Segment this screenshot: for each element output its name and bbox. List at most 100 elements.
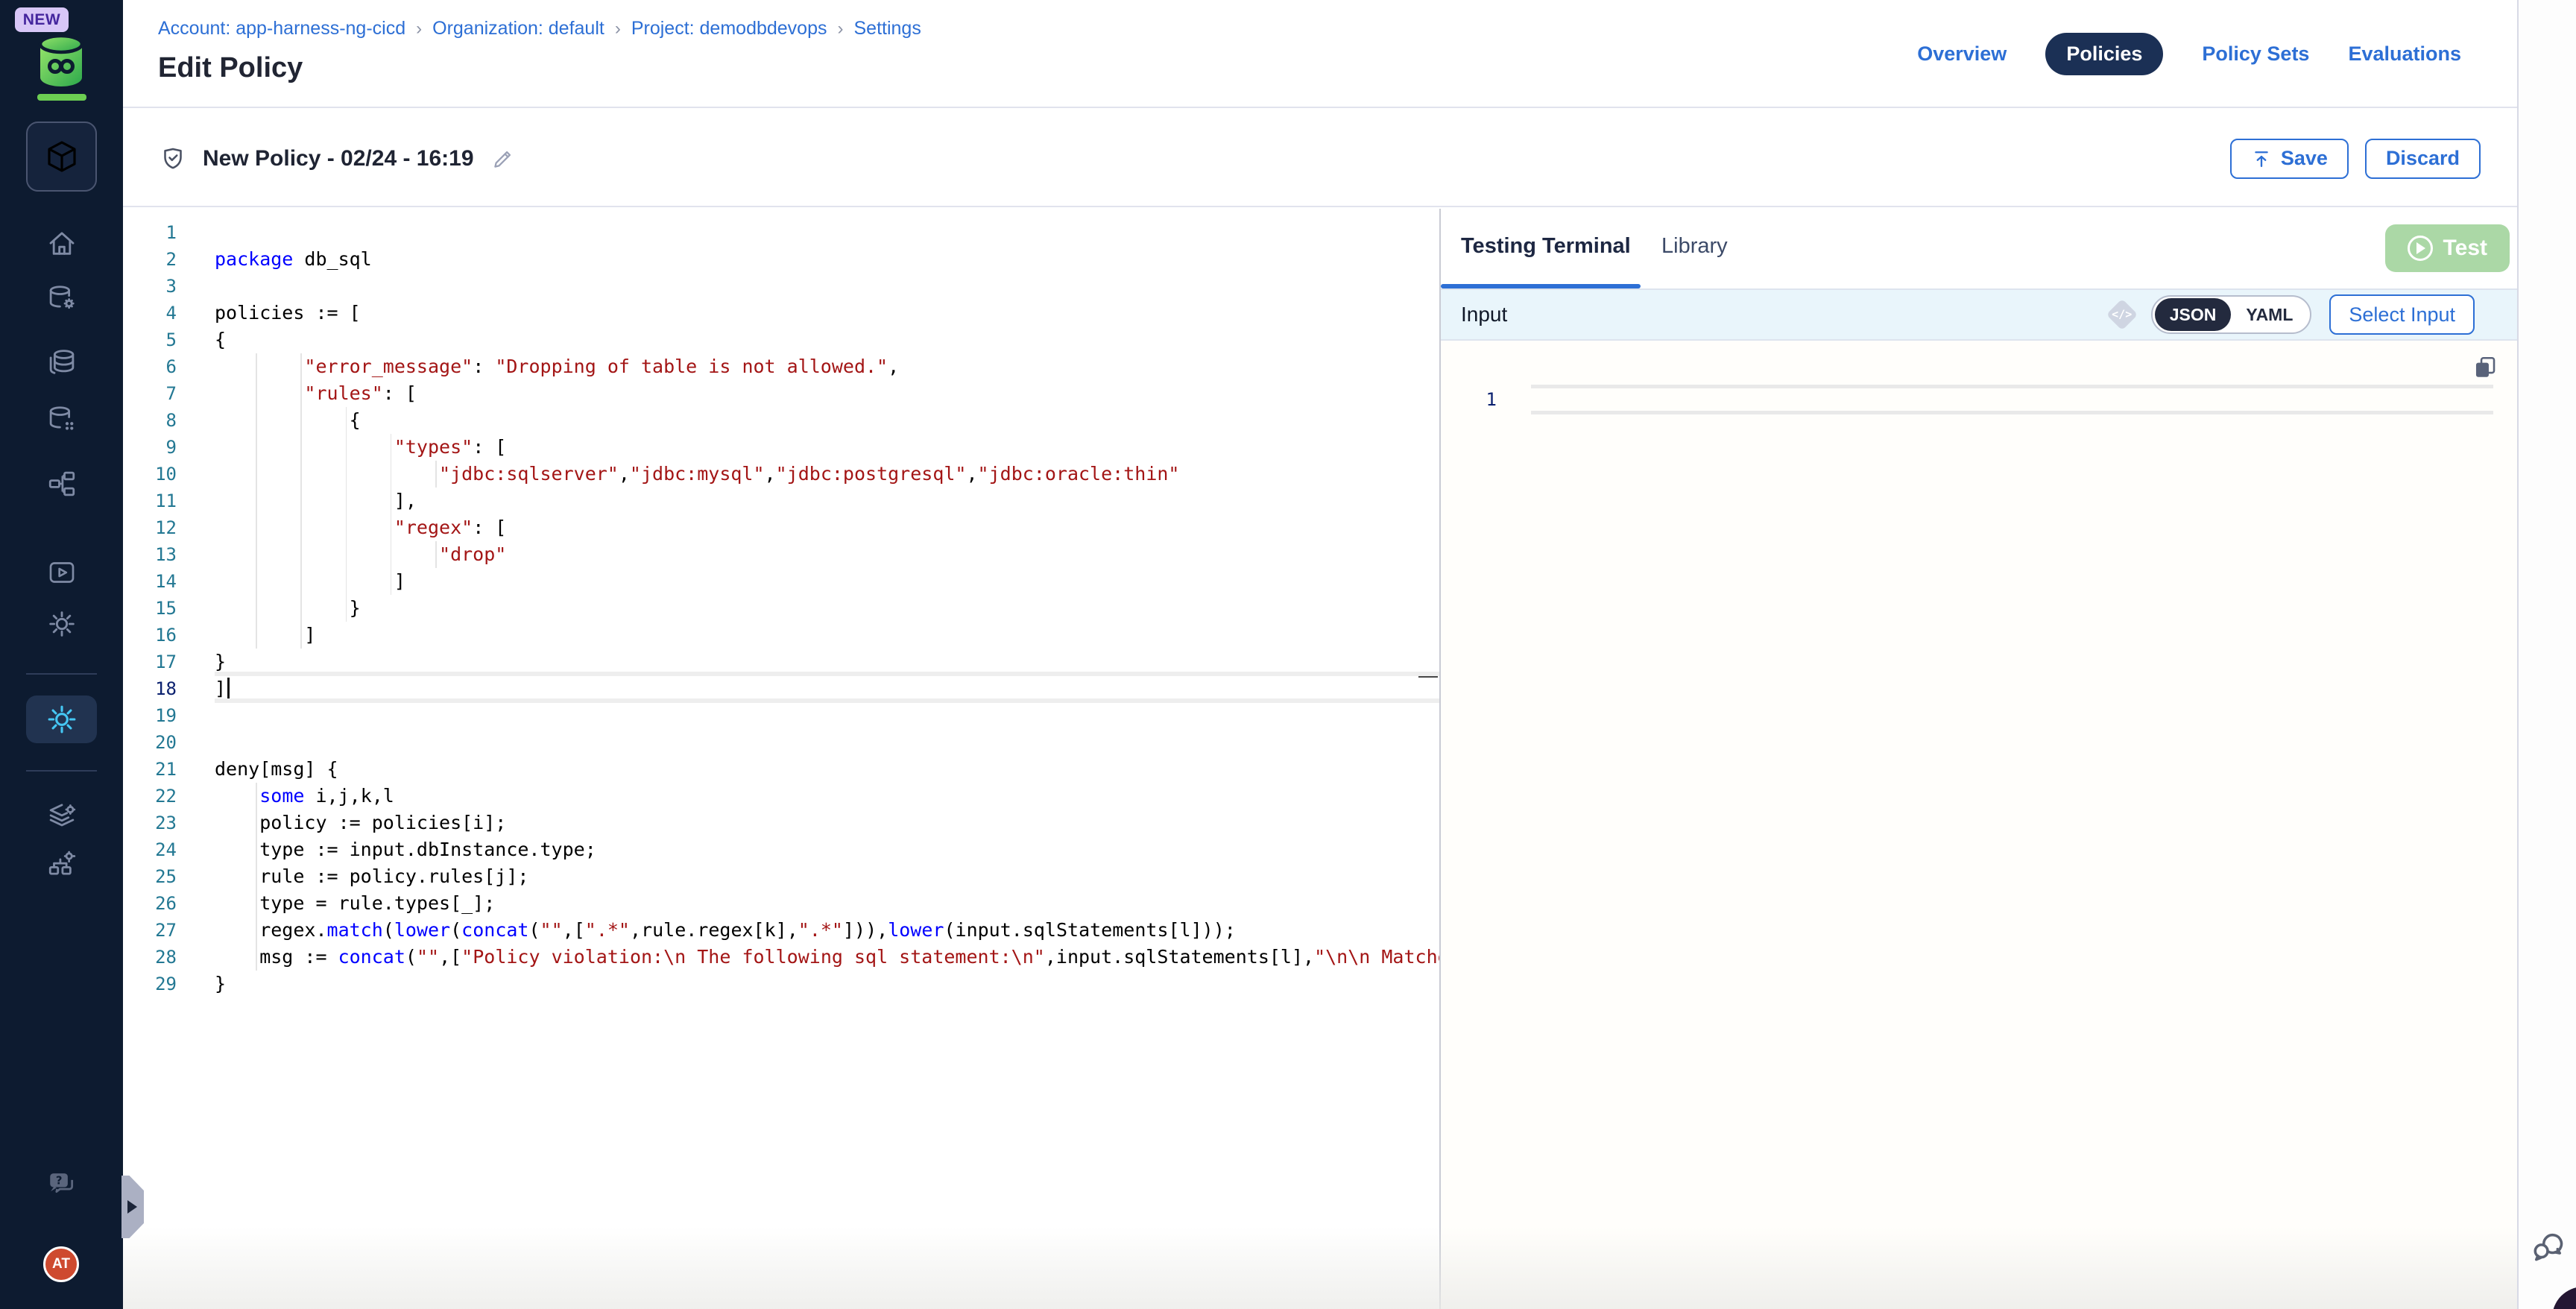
indent-guide [256, 783, 257, 810]
sidebar-item-flowchart[interactable] [0, 468, 123, 499]
line-number: 19 [123, 702, 215, 729]
sidebar-item-settings[interactable] [0, 609, 123, 639]
indent-guide [256, 541, 257, 568]
code-line: 11 ], [123, 488, 1439, 514]
sidebar-item-pipeline-runs[interactable] [0, 558, 123, 587]
tab-policy-sets[interactable]: Policy Sets [2202, 42, 2309, 66]
chat-bubbles-icon [2530, 1228, 2567, 1266]
indent-guide [346, 541, 347, 568]
line-number: 1 [1441, 385, 1531, 414]
tab-overview[interactable]: Overview [1917, 42, 2007, 66]
line-number: 21 [123, 756, 215, 783]
tab-testing-terminal[interactable]: Testing Terminal [1461, 209, 1631, 284]
breadcrumb-item[interactable]: Project: demodbdevops [631, 18, 827, 40]
policy-code-editor[interactable]: 12package db_sql34policies := [5{6 "erro… [123, 209, 1439, 1309]
format-toggle: JSON YAML [2151, 295, 2312, 334]
indent-guide [256, 488, 257, 514]
breadcrumb-item[interactable]: Organization: default [432, 18, 604, 40]
page-header: Account: app-harness-ng-cicd›Organizatio… [123, 0, 2517, 108]
code-line: 24 type := input.dbInstance.type; [123, 836, 1439, 863]
code-line-content: policies := [ [215, 300, 1439, 327]
line-number: 16 [123, 622, 215, 649]
line-number: 14 [123, 568, 215, 595]
indent-guide [346, 434, 347, 461]
code-line: 28 msg := concat("",["Policy violation:\… [123, 944, 1439, 971]
sidebar-item-home[interactable] [0, 229, 123, 259]
code-line-content: } [215, 971, 1439, 997]
indent-guide [300, 434, 302, 461]
tab-library[interactable]: Library [1661, 209, 1728, 284]
indent-guide [256, 622, 257, 649]
line-number: 13 [123, 541, 215, 568]
line-number: 15 [123, 595, 215, 622]
code-line: 5{ [123, 327, 1439, 353]
user-avatar[interactable]: AT [43, 1246, 79, 1282]
breadcrumb-item[interactable]: Account: app-harness-ng-cicd [158, 18, 405, 40]
page-right-strip [2517, 0, 2576, 1309]
database-grid-icon [46, 404, 78, 435]
sidebar-item-layers-settings[interactable] [0, 799, 123, 830]
code-line-content: { [215, 407, 1439, 434]
logo-underline [37, 94, 86, 101]
sidebar-item-database-settings[interactable] [0, 283, 123, 315]
code-line-content: } [215, 649, 1439, 675]
module-selector[interactable] [26, 122, 97, 192]
select-input-button[interactable]: Select Input [2329, 294, 2475, 335]
database-infinity-icon [35, 33, 87, 89]
sidebar-item-org-settings[interactable] [0, 848, 123, 880]
help-chat-button[interactable] [0, 1169, 123, 1200]
indent-guide [391, 434, 392, 461]
edit-policy-page: NEW [0, 0, 2576, 1309]
page-title: Edit Policy [158, 52, 303, 84]
sidebar-item-database-stack[interactable] [0, 347, 123, 378]
code-line-content [215, 702, 1439, 729]
discard-button[interactable]: Discard [2365, 139, 2481, 179]
code-line: 20 [123, 729, 1439, 756]
code-line: 7 "rules": [ [123, 380, 1439, 407]
input-line: 1 [1441, 385, 2517, 414]
code-line-content: ] [215, 568, 1439, 595]
save-button[interactable]: Save [2230, 139, 2349, 179]
layers-gear-icon [46, 799, 78, 830]
indent-guide [256, 595, 257, 622]
policy-nav-tabs: Overview Policies Policy Sets Evaluations [1917, 0, 2461, 108]
org-gear-icon [46, 848, 78, 880]
code-line-content: ] [215, 622, 1439, 649]
input-editor[interactable]: 1 [1441, 341, 2517, 1309]
code-line-content: package db_sql [215, 246, 1439, 273]
expression-icon: </> [2106, 299, 2137, 330]
indent-guide [300, 568, 302, 595]
harness-dbdevops-logo[interactable] [35, 33, 87, 89]
indent-guide [391, 541, 392, 568]
tab-policies[interactable]: Policies [2045, 33, 2163, 75]
expand-arrow-icon [127, 1200, 137, 1214]
chat-widget-button[interactable] [2530, 1228, 2567, 1266]
indent-guide [300, 595, 302, 622]
sidebar-item-project-settings-active[interactable] [26, 695, 97, 743]
copy-icon[interactable] [2472, 355, 2498, 380]
test-button[interactable]: Test [2385, 224, 2510, 272]
tab-evaluations[interactable]: Evaluations [2348, 42, 2461, 66]
line-number: 22 [123, 783, 215, 810]
edit-pencil-icon[interactable] [490, 146, 516, 171]
code-line-content: ], [215, 488, 1439, 514]
indent-guide [300, 622, 302, 649]
indent-guide [346, 461, 347, 488]
line-number: 29 [123, 971, 215, 997]
code-line: 4policies := [ [123, 300, 1439, 327]
code-line-content: regex.match(lower(concat("",[".*",rule.r… [215, 917, 1439, 944]
indent-guide [435, 461, 437, 488]
input-line-content [1531, 385, 2493, 414]
format-option-json[interactable]: JSON [2155, 298, 2232, 331]
sidebar-item-database-grid[interactable] [0, 404, 123, 435]
code-line: 3 [123, 273, 1439, 300]
indent-guide [300, 380, 302, 407]
input-section-bar: Input </> JSON YAML Select Input [1441, 288, 2517, 341]
sidebar-nav: NEW [0, 0, 123, 1309]
format-option-yaml[interactable]: YAML [2231, 298, 2308, 331]
breadcrumb: Account: app-harness-ng-cicd›Organizatio… [158, 18, 921, 40]
database-stack-icon [46, 347, 78, 378]
breadcrumb-item[interactable]: Settings [854, 18, 921, 40]
indent-guide [256, 461, 257, 488]
indent-guide [435, 541, 437, 568]
